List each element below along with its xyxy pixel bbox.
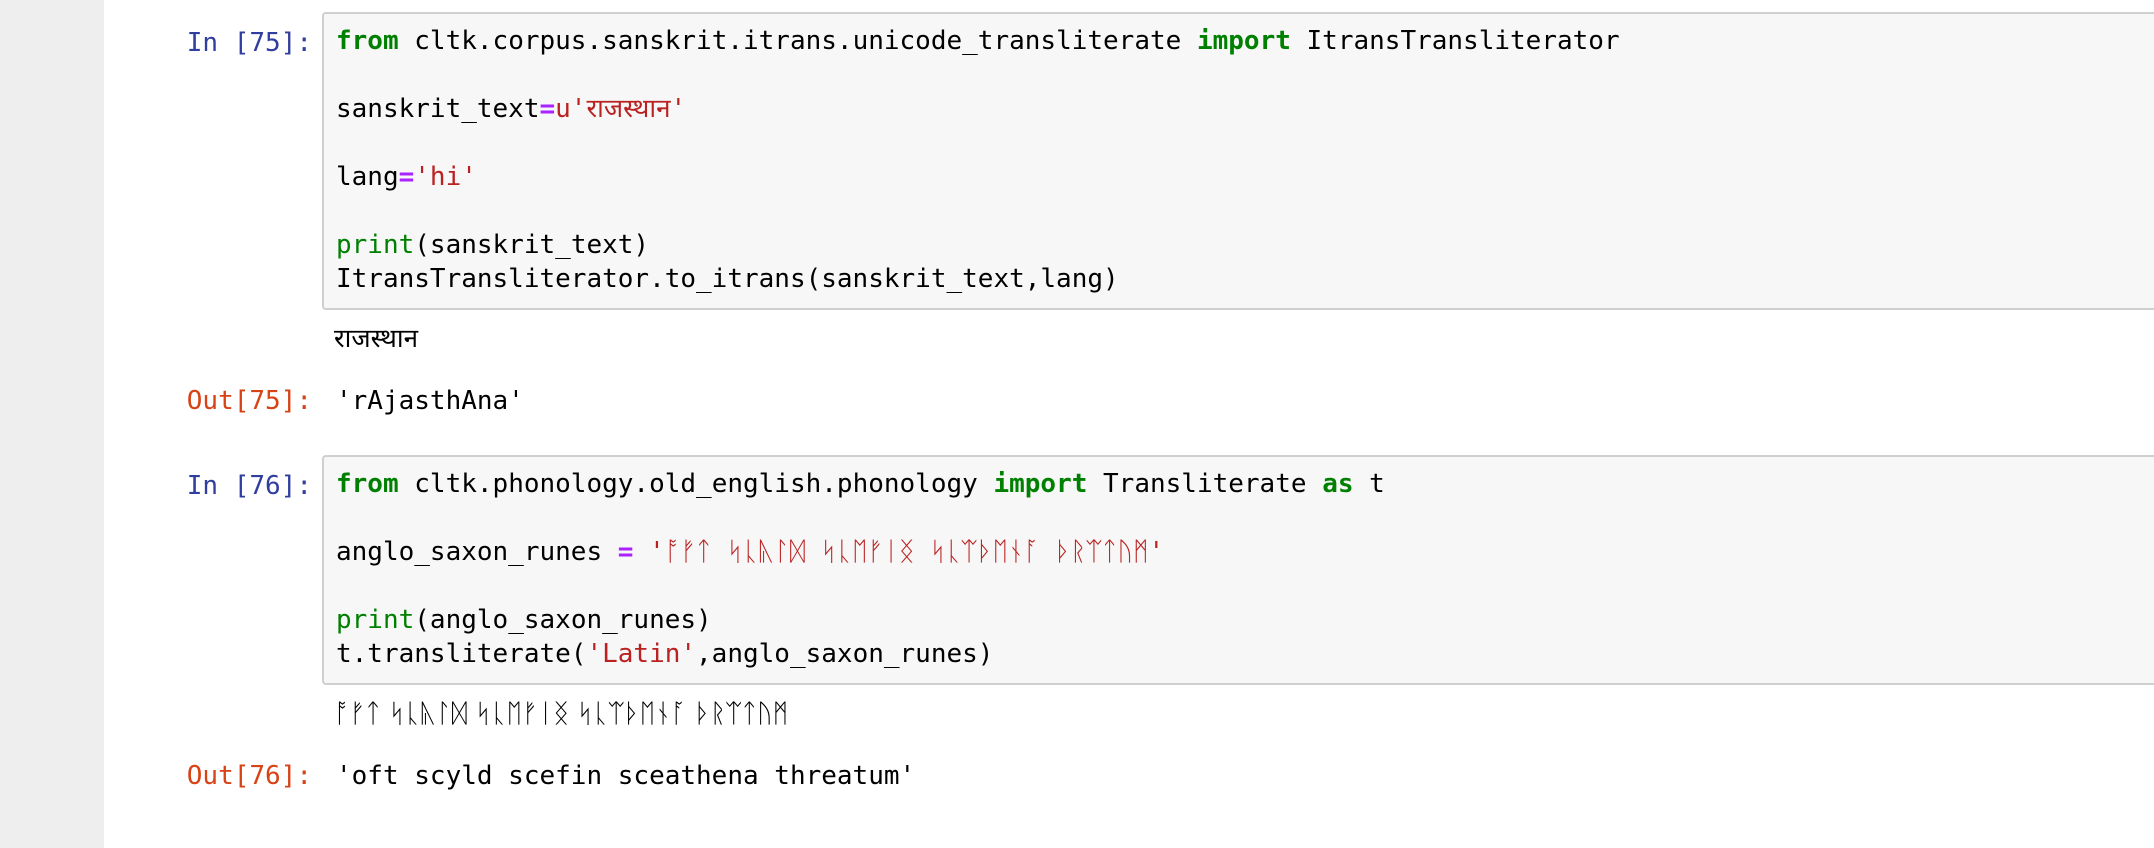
- stdout-output: राजस्थान: [334, 324, 419, 354]
- code-text: lang: [336, 162, 399, 192]
- code-text: sanskrit_text: [336, 94, 540, 124]
- code-text: t: [1353, 469, 1385, 499]
- code-text: ,anglo_saxon_runes): [696, 639, 994, 669]
- code-line: anglo_saxon_runes = 'ᚩᚠᛏ ᛋᚳᚣᛚᛞ ᛋᚳᛖᚠᛁᛝ ᛋᚳ…: [336, 535, 2142, 569]
- operator: =: [617, 537, 634, 567]
- notebook-page: In [75]: from cltk.corpus.sanskrit.itran…: [104, 0, 2154, 848]
- code-line: ItransTransliterator.to_itrans(sanskrit_…: [336, 262, 2142, 296]
- code-text: ItransTransliterator: [1290, 26, 1620, 56]
- execute-result: 'rAjasthAna': [336, 386, 524, 416]
- keyword: from: [336, 26, 399, 56]
- output-prompt: Out[76]:: [186, 761, 312, 791]
- code-cell-input[interactable]: from cltk.corpus.sanskrit.itrans.unicode…: [322, 12, 2154, 310]
- code-text: (anglo_saxon_runes): [414, 605, 712, 635]
- execute-result: 'oft scyld scefin sceathena threatum': [336, 761, 916, 791]
- string-literal: u'राजस्थान': [555, 94, 687, 124]
- keyword: import: [993, 469, 1088, 499]
- code-text: ItransTransliterator.to_itrans(sanskrit_…: [336, 264, 1119, 294]
- string-literal: 'hi': [414, 162, 477, 192]
- stdout-output: ᚩᚠᛏ ᛋᚳᚣᛚᛞ ᛋᚳᛖᚠᛁᛝ ᛋᚳᛠᚦᛖᚾᚪ ᚦᚱᛠᛏᚢᛗ: [334, 699, 789, 729]
- builtin: print: [336, 230, 415, 260]
- string-literal: 'ᚩᚠᛏ ᛋᚳᚣᛚᛞ ᛋᚳᛖᚠᛁᛝ ᛋᚳᛠᚦᛖᚾᚪ ᚦᚱᛠᛏᚢᛗ': [633, 537, 1165, 567]
- code-text: t.transliterate(: [336, 639, 587, 669]
- operator: =: [539, 94, 556, 124]
- keyword: from: [336, 469, 399, 499]
- code-line: from cltk.corpus.sanskrit.itrans.unicode…: [336, 24, 2142, 58]
- input-prompt: In [76]:: [186, 471, 312, 501]
- code-line: lang='hi': [336, 160, 2142, 194]
- code-text: (sanskrit_text): [414, 230, 650, 260]
- code-line: print(anglo_saxon_runes): [336, 603, 2142, 637]
- input-prompt: In [75]:: [186, 28, 312, 58]
- string-literal: 'Latin': [586, 639, 697, 669]
- operator: =: [398, 162, 415, 192]
- keyword: import: [1196, 26, 1291, 56]
- code-line: sanskrit_text=u'राजस्थान': [336, 92, 2142, 126]
- code-line: from cltk.phonology.old_english.phonolog…: [336, 467, 2142, 501]
- keyword: as: [1322, 469, 1354, 499]
- code-text: anglo_saxon_runes: [336, 537, 618, 567]
- code-line: t.transliterate('Latin',anglo_saxon_rune…: [336, 637, 2142, 671]
- code-line: print(sanskrit_text): [336, 228, 2142, 262]
- code-text: cltk.corpus.sanskrit.itrans.unicode_tran…: [398, 26, 1197, 56]
- output-prompt: Out[75]:: [186, 386, 312, 416]
- code-text: Transliterate: [1087, 469, 1323, 499]
- code-text: cltk.phonology.old_english.phonology: [398, 469, 994, 499]
- builtin: print: [336, 605, 415, 635]
- code-cell-input[interactable]: from cltk.phonology.old_english.phonolog…: [322, 455, 2154, 685]
